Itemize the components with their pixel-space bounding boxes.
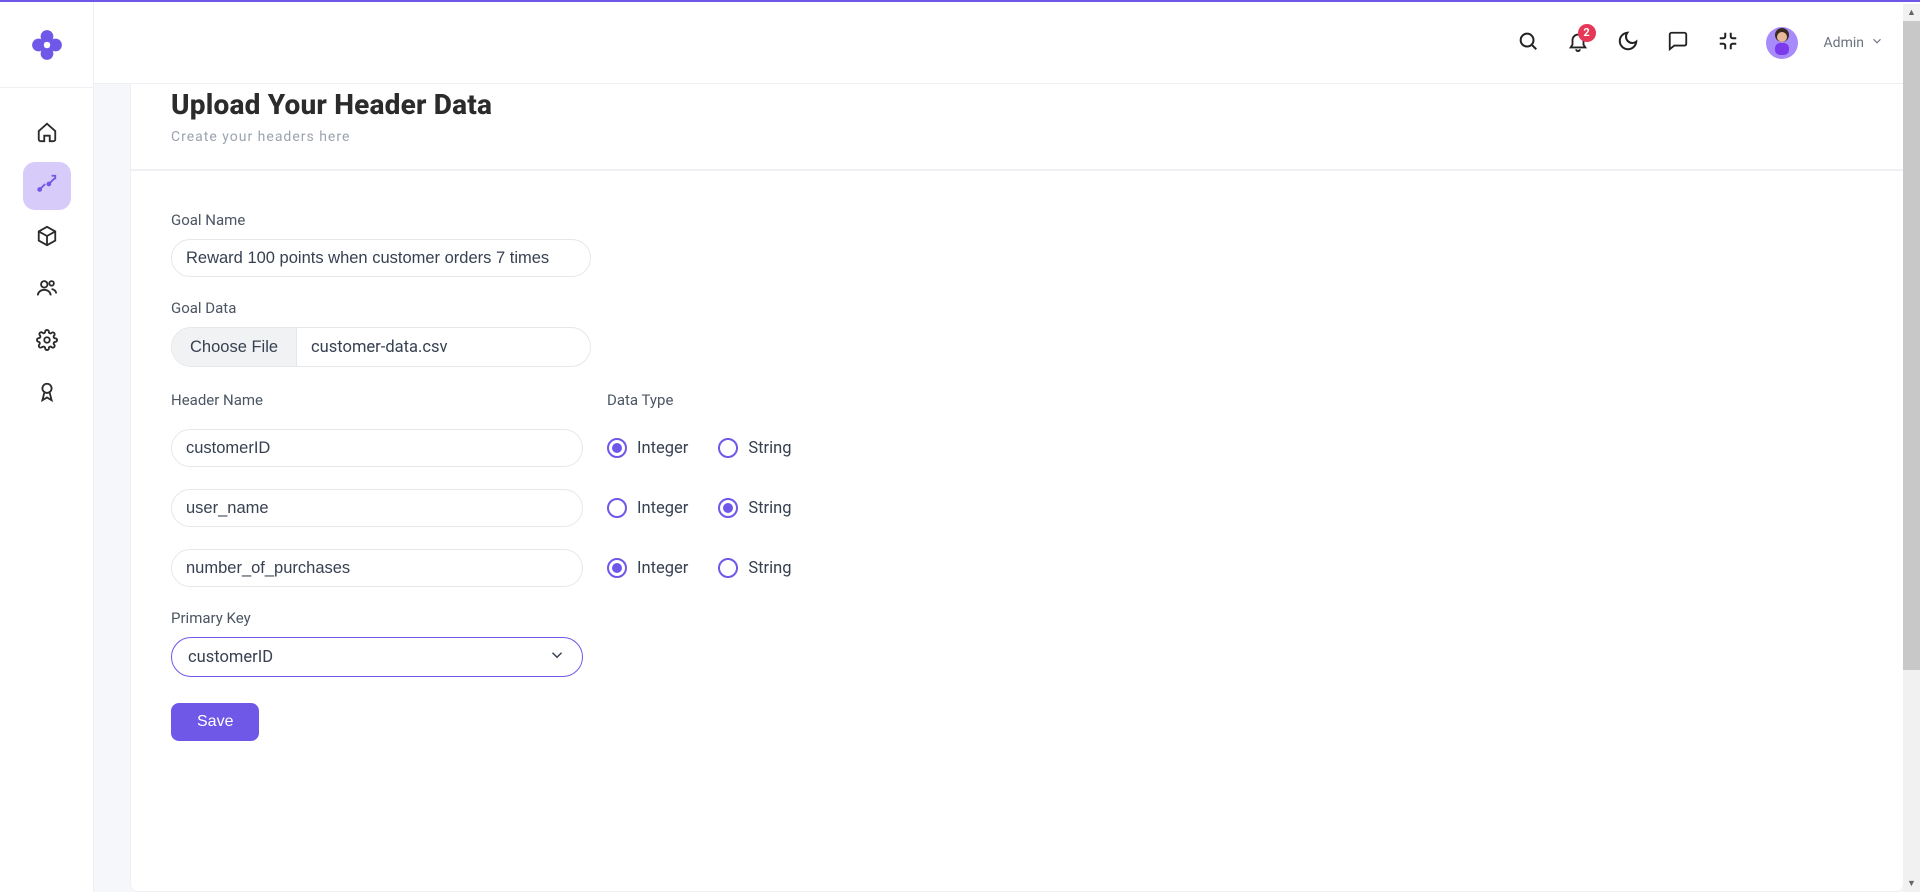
scroll-down-icon[interactable]: ▼ [1903, 875, 1920, 892]
header-name-input[interactable] [171, 429, 583, 467]
home-icon [36, 121, 58, 147]
choose-file-button[interactable]: Choose File [172, 328, 297, 366]
primary-key-select[interactable]: customerID [171, 637, 583, 677]
sidebar [0, 2, 94, 892]
chevron-down-icon [548, 646, 566, 669]
nav-settings[interactable] [23, 318, 71, 366]
radio-integer-label: Integer [637, 499, 688, 518]
workflow-icon [36, 173, 58, 199]
user-label: Admin [1824, 35, 1864, 51]
user-menu[interactable]: Admin [1824, 34, 1884, 52]
content: Upload Your Header Data Create your head… [130, 84, 1904, 892]
nav-users[interactable] [23, 266, 71, 314]
header-row: Integer String [171, 489, 1863, 527]
primary-key-field: Primary Key customerID [171, 609, 1863, 677]
radio-string-label: String [748, 499, 791, 518]
brand-logo-icon [30, 28, 64, 62]
data-type-radios: Integer String [607, 558, 792, 578]
radio-string[interactable]: String [718, 498, 791, 518]
page-subtitle: Create your headers here [171, 129, 1863, 145]
goal-name-field: Goal Name [171, 211, 1863, 277]
radio-integer-label: Integer [637, 559, 688, 578]
header-name-input[interactable] [171, 489, 583, 527]
radio-dot-icon [718, 558, 738, 578]
file-input: Choose File customer-data.csv [171, 327, 591, 367]
form: Goal Name Goal Data Choose File customer… [131, 171, 1903, 781]
nav-home[interactable] [23, 110, 71, 158]
header-name-input[interactable] [171, 549, 583, 587]
nav-package[interactable] [23, 214, 71, 262]
search-button[interactable] [1516, 31, 1540, 55]
fullscreen-toggle[interactable] [1716, 31, 1740, 55]
chevron-down-icon [1870, 34, 1884, 52]
data-type-radios: Integer String [607, 498, 792, 518]
app-shell: 2 Admin [0, 2, 1920, 892]
scroll-up-icon[interactable]: ▲ [1903, 4, 1920, 21]
save-button[interactable]: Save [171, 703, 259, 741]
header-row: Integer String [171, 549, 1863, 587]
headers-columns: Header Name Data Type [171, 391, 1863, 419]
data-type-radios: Integer String [607, 438, 792, 458]
avatar[interactable] [1766, 27, 1798, 59]
radio-dot-icon [607, 438, 627, 458]
card: Upload Your Header Data Create your head… [130, 84, 1904, 892]
radio-dot-icon [718, 438, 738, 458]
package-icon [36, 225, 58, 251]
topbar: 2 Admin [94, 2, 1920, 84]
sidebar-nav [23, 88, 71, 418]
card-header: Upload Your Header Data Create your head… [131, 84, 1903, 171]
header-name-label: Header Name [171, 391, 583, 409]
goal-name-input[interactable] [171, 239, 591, 277]
search-icon [1517, 30, 1539, 56]
primary-key-label: Primary Key [171, 609, 1863, 627]
scroll-thumb[interactable] [1903, 21, 1920, 670]
avatar-icon [1769, 27, 1795, 59]
primary-key-value: customerID [188, 648, 273, 667]
radio-string[interactable]: String [718, 558, 791, 578]
data-type-label: Data Type [607, 391, 673, 409]
page-title: Upload Your Header Data [171, 88, 1863, 121]
nav-workflow[interactable] [23, 162, 71, 210]
users-icon [36, 277, 58, 303]
minimize-icon [1717, 30, 1739, 56]
radio-integer-label: Integer [637, 439, 688, 458]
radio-dot-icon [607, 498, 627, 518]
radio-dot-icon [607, 558, 627, 578]
radio-string[interactable]: String [718, 438, 791, 458]
goal-data-field: Goal Data Choose File customer-data.csv [171, 299, 1863, 367]
notification-badge: 2 [1578, 24, 1596, 42]
gear-icon [36, 329, 58, 355]
brand-logo-wrap [0, 2, 94, 88]
badge-icon [36, 381, 58, 407]
theme-toggle[interactable] [1616, 31, 1640, 55]
nav-badges[interactable] [23, 370, 71, 418]
radio-integer[interactable]: Integer [607, 438, 688, 458]
radio-integer[interactable]: Integer [607, 498, 688, 518]
chat-icon [1667, 30, 1689, 56]
radio-integer[interactable]: Integer [607, 558, 688, 578]
main-area: 2 Admin [94, 2, 1920, 892]
goal-name-label: Goal Name [171, 211, 1863, 229]
messages-button[interactable] [1666, 31, 1690, 55]
header-row: Integer String [171, 429, 1863, 467]
moon-icon [1617, 30, 1639, 56]
file-name-display: customer-data.csv [297, 328, 590, 366]
scroll-track[interactable] [1903, 21, 1920, 875]
window-scrollbar[interactable]: ▲ ▼ [1903, 4, 1920, 892]
radio-string-label: String [748, 439, 791, 458]
goal-data-label: Goal Data [171, 299, 1863, 317]
notifications-button[interactable]: 2 [1566, 31, 1590, 55]
radio-dot-icon [718, 498, 738, 518]
radio-string-label: String [748, 559, 791, 578]
